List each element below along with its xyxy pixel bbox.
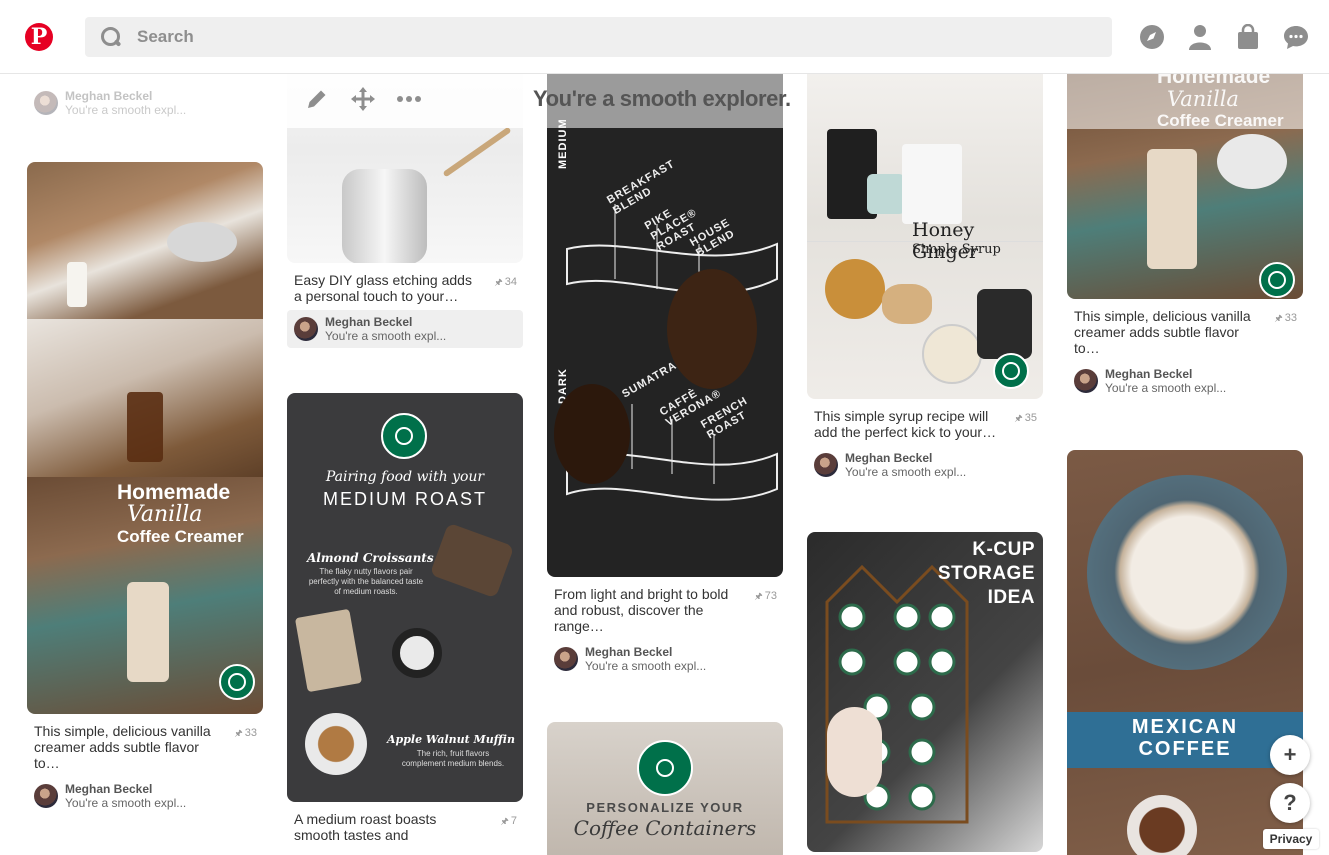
more-options-icon[interactable] [396, 86, 422, 117]
coffee-cup [1087, 475, 1287, 670]
avatar [34, 91, 58, 115]
repin-count: 7 [501, 813, 517, 829]
avatar [34, 784, 58, 808]
starbucks-logo-icon [219, 664, 255, 700]
pin-image-vanilla-creamer-2[interactable]: Homemade Vanilla Coffee Creamer [1067, 74, 1303, 299]
pin-attribution[interactable]: Meghan Beckel You're a smooth expl... [287, 310, 523, 348]
pin-image-honey-ginger[interactable]: Honey Ginger Simple Syrup [807, 74, 1043, 399]
pin-description[interactable]: This simple syrup recipe will add the pe… [807, 399, 1043, 440]
cup [867, 174, 905, 214]
pin-hover-toolbar [287, 74, 523, 128]
repin-count: 35 [1014, 410, 1037, 426]
muffin-plate [305, 713, 367, 775]
pin-overlay-title: Homemade Vanilla Coffee Creamer [1157, 74, 1284, 130]
pin-image-vanilla-creamer[interactable]: Homemade Vanilla Coffee Creamer [27, 162, 263, 714]
column-4: Honey Ginger Simple Syrup This simple sy… [807, 74, 1043, 852]
glass [922, 324, 982, 384]
pinterest-logo[interactable]: P [25, 23, 53, 51]
pin-overlay-title: Homemade Vanilla Coffee Creamer [117, 481, 244, 547]
help-button[interactable]: ? [1270, 783, 1310, 823]
pin-image-personalize-containers[interactable]: PERSONALIZE YOUR Coffee Containers [547, 722, 783, 855]
french-press [977, 289, 1032, 359]
coffee-mug [392, 628, 442, 678]
pin-image-roast-spectrum[interactable]: MEDIUM DARK BREAKFAST BLEND PIKE PLACE® … [547, 74, 783, 577]
avatar [814, 453, 838, 477]
pin-description[interactable]: From light and bright to bold and robust… [547, 577, 783, 634]
towel [902, 144, 962, 224]
spice-bowl [1127, 795, 1197, 855]
pin-image-mexican-coffee[interactable]: MEXICAN COFFEE [1067, 450, 1303, 855]
top-header: P [0, 0, 1329, 74]
pin-attribution[interactable]: Meghan Beckel You're a smooth expl... [807, 446, 1043, 484]
avatar [1074, 369, 1098, 393]
edit-pencil-icon[interactable] [304, 86, 330, 117]
hand [827, 707, 882, 797]
pin-description[interactable]: This simple, delicious vanilla creamer a… [27, 714, 263, 771]
add-pin-button[interactable]: + [1270, 735, 1310, 775]
coffee-bag [294, 608, 363, 693]
profile-icon[interactable] [1186, 23, 1214, 51]
pin-description[interactable]: Easy DIY glass etching adds a personal t… [287, 263, 523, 304]
starbucks-logo-icon [1259, 262, 1295, 298]
creamer-glass [127, 582, 169, 682]
explore-compass-icon[interactable] [1138, 23, 1166, 51]
saucer [167, 222, 237, 262]
move-arrows-icon[interactable] [350, 86, 376, 117]
pin-description[interactable]: A medium roast boasts smooth tastes and … [287, 802, 523, 843]
repin-count: 33 [234, 725, 257, 741]
board-title-overlay: You're a smooth explorer. [533, 86, 791, 111]
pin-image-kcup-storage[interactable]: K-CUP STORAGE IDEA [807, 532, 1043, 852]
pin-description[interactable]: This simple, delicious vanilla creamer a… [1067, 299, 1303, 356]
glass-jar [342, 169, 427, 263]
column-5: Homemade Vanilla Coffee Creamer This sim… [1067, 74, 1303, 855]
repin-count: 33 [1274, 310, 1297, 326]
column-2: Easy DIY glass etching adds a personal t… [287, 74, 523, 843]
roast-ribbon-drawing [554, 204, 778, 501]
messages-icon[interactable] [1282, 23, 1310, 51]
white-cup [1217, 134, 1287, 189]
column-1: Meghan Beckel You're a smooth expl... Ho… [27, 74, 263, 815]
pin-attribution[interactable]: Meghan Beckel You're a smooth expl... [1067, 362, 1303, 400]
shopping-bag-icon[interactable] [1234, 23, 1262, 51]
kcup-title: K-CUP STORAGE IDEA [937, 539, 1035, 608]
mexican-coffee-title: MEXICAN COFFEE [1131, 716, 1239, 760]
pin-attribution[interactable]: Meghan Beckel You're a smooth expl... [27, 84, 263, 122]
pin-attribution[interactable]: Meghan Beckel You're a smooth expl... [547, 640, 783, 678]
avatar [554, 647, 578, 671]
glass-jar [67, 262, 87, 307]
ginger-root [882, 284, 932, 324]
starbucks-logo-icon [637, 740, 693, 796]
pin-image-medium-roast[interactable]: Pairing food with your MEDIUM ROAST Almo… [287, 393, 523, 802]
avatar [294, 317, 318, 341]
privacy-link[interactable]: Privacy [1263, 829, 1319, 849]
pin-attribution[interactable]: Meghan Beckel You're a smooth expl... [27, 777, 263, 815]
search-icon [99, 25, 123, 49]
column-3: MEDIUM DARK BREAKFAST BLEND PIKE PLACE® … [547, 74, 783, 855]
starbucks-logo-icon [381, 413, 427, 459]
creamer-glass [1147, 149, 1197, 269]
starbucks-logo-icon [993, 353, 1029, 389]
search-bar[interactable] [85, 17, 1112, 57]
croissant-plate [429, 522, 515, 599]
honey-jar [825, 259, 885, 319]
repin-count: 34 [494, 274, 517, 290]
repin-count: 73 [754, 588, 777, 604]
search-input[interactable] [137, 27, 1037, 47]
iced-coffee-glass [127, 392, 163, 462]
